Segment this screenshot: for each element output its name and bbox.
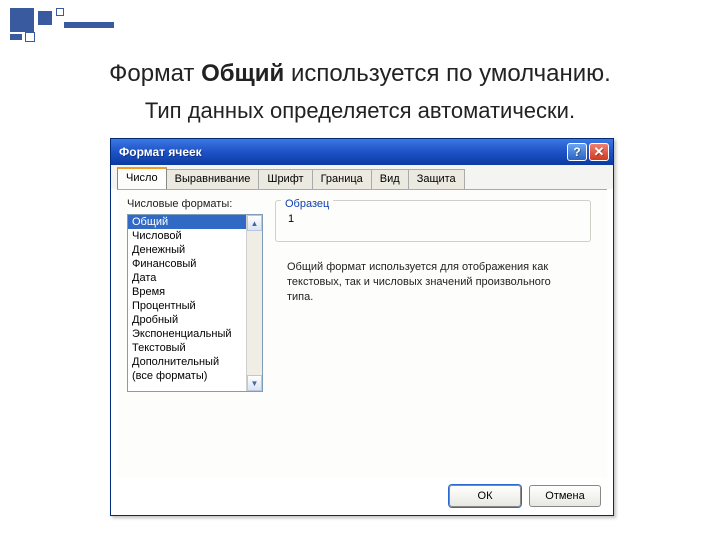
tab-number[interactable]: Число [117, 167, 167, 189]
list-scrollbar[interactable]: ▲ ▼ [246, 215, 262, 391]
headline-bold: Общий [201, 60, 284, 87]
cancel-button[interactable]: Отмена [529, 485, 601, 507]
tab-label: Граница [321, 173, 363, 185]
tab-label: Вид [380, 173, 400, 185]
format-cells-dialog: Формат ячеек ? ✕ Число Выравнивание Шриф… [110, 138, 614, 516]
list-item[interactable]: Дополнительный [128, 355, 246, 369]
list-item[interactable]: Время [128, 285, 246, 299]
tab-label: Защита [417, 173, 456, 185]
list-item[interactable]: Экспоненциальный [128, 327, 246, 341]
tab-border[interactable]: Граница [312, 169, 372, 189]
sample-group: 1 Образец [275, 200, 591, 242]
list-item[interactable]: Процентный [128, 299, 246, 313]
tab-protection[interactable]: Защита [408, 169, 465, 189]
ok-label: ОК [478, 490, 493, 502]
help-button[interactable]: ? [567, 143, 587, 161]
tab-label: Выравнивание [175, 173, 251, 185]
list-item[interactable]: Числовой [128, 229, 246, 243]
list-item[interactable]: Финансовый [128, 257, 246, 271]
tab-alignment[interactable]: Выравнивание [166, 169, 260, 189]
tab-label: Число [126, 172, 158, 184]
sample-value: 1 [288, 213, 294, 225]
tab-view[interactable]: Вид [371, 169, 409, 189]
format-listbox[interactable]: Общий Числовой Денежный Финансовый Дата … [127, 214, 263, 392]
ok-button[interactable]: ОК [449, 485, 521, 507]
headline: Формат Общий используется по умолчанию. [0, 60, 720, 88]
format-list-items: Общий Числовой Денежный Финансовый Дата … [128, 215, 246, 391]
slide-corner-decoration [10, 8, 120, 48]
list-item[interactable]: (все форматы) [128, 369, 246, 383]
list-item[interactable]: Денежный [128, 243, 246, 257]
headline-post: используется по умолчанию. [284, 60, 611, 87]
tabstrip: Число Выравнивание Шрифт Граница Вид Защ… [111, 165, 613, 189]
close-button[interactable]: ✕ [589, 143, 609, 161]
scroll-track[interactable] [247, 231, 262, 375]
cancel-label: Отмена [545, 490, 584, 502]
scroll-down-icon[interactable]: ▼ [247, 375, 262, 391]
list-item[interactable]: Дата [128, 271, 246, 285]
list-item[interactable]: Общий [128, 215, 246, 229]
help-icon: ? [573, 145, 580, 159]
tab-label: Шрифт [267, 173, 303, 185]
headline-pre: Формат [109, 60, 201, 87]
list-item[interactable]: Дробный [128, 313, 246, 327]
subheadline: Тип данных определяется автоматически. [0, 98, 720, 124]
tab-body-number: Числовые форматы: Общий Числовой Денежны… [117, 189, 607, 477]
dialog-title: Формат ячеек [119, 145, 565, 159]
close-icon: ✕ [594, 144, 605, 160]
sample-label: Образец [281, 198, 333, 210]
format-description: Общий формат используется для отображени… [287, 260, 577, 305]
titlebar: Формат ячеек ? ✕ [111, 139, 613, 165]
list-item[interactable]: Текстовый [128, 341, 246, 355]
scroll-up-icon[interactable]: ▲ [247, 215, 262, 231]
tab-font[interactable]: Шрифт [258, 169, 312, 189]
dialog-button-row: ОК Отмена [449, 485, 601, 507]
